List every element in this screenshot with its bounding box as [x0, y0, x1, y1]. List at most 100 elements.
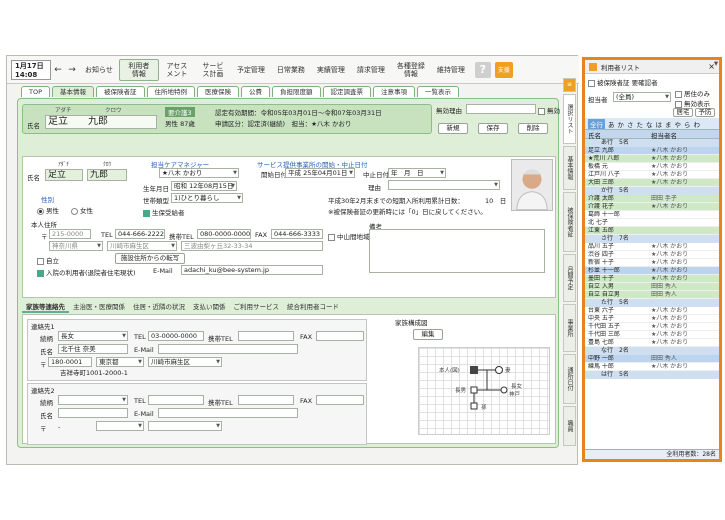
- contact2-pref-select[interactable]: [96, 421, 144, 431]
- list-item[interactable]: 墨田 十子 ★八木 かおり: [585, 275, 719, 283]
- list-item[interactable]: 中野 一郎 田田 秀人: [585, 355, 719, 363]
- subtab-integrated-code[interactable]: 統合利用者コード: [283, 301, 343, 313]
- nav-results[interactable]: 実績管理: [311, 59, 351, 81]
- list-item[interactable]: 葛飾 十一郎: [585, 211, 719, 219]
- sidetab-office[interactable]: 事業所: [563, 304, 576, 352]
- kana-0[interactable]: 全行: [588, 118, 605, 129]
- contact1-mobile-input[interactable]: [238, 331, 294, 341]
- yobo-button[interactable]: 予防: [695, 108, 715, 117]
- nav-schedule[interactable]: 予定管理: [231, 59, 271, 81]
- contact1-address[interactable]: 吉祥寺町1001-2000-1: [58, 369, 218, 379]
- mobile-input[interactable]: 080-0000-0000: [197, 229, 251, 239]
- kana-10[interactable]: わ: [694, 119, 701, 129]
- kana-5[interactable]: な: [646, 119, 653, 129]
- nav-user-info[interactable]: 利用者情報: [118, 58, 159, 81]
- delete-button[interactable]: 削除: [518, 123, 548, 134]
- kana-4[interactable]: た: [637, 119, 644, 129]
- contact2-relation-select[interactable]: [58, 395, 128, 405]
- nav-registration[interactable]: 各種登録情報: [391, 59, 431, 81]
- street-input[interactable]: 三波由梨ヶ丘32-33-34: [181, 241, 323, 251]
- kana-8[interactable]: や: [675, 119, 682, 129]
- tab-top[interactable]: TOP: [21, 86, 51, 97]
- need-check-checkbox[interactable]: 被保険者証 要確認者: [588, 77, 658, 87]
- list-item[interactable]: 自立 自立男 田田 秀人: [585, 291, 719, 299]
- sidetab-insurance[interactable]: 被保険者証: [563, 192, 576, 252]
- stop-date-input[interactable]: 年 月 日: [388, 168, 446, 178]
- sidetab-staff[interactable]: 職員: [563, 406, 576, 446]
- invalid-checkbox[interactable]: 無効: [538, 105, 560, 115]
- back-arrow-icon[interactable]: ←: [51, 65, 65, 75]
- nav-billing[interactable]: 請求管理: [351, 59, 391, 81]
- subtab-payment[interactable]: 支払い関係: [189, 301, 230, 313]
- list-item[interactable]: 台東 六子 ★八木 かおり: [585, 307, 719, 315]
- subtab-doctor[interactable]: 主治医・医療関係: [69, 301, 129, 313]
- list-item[interactable]: ★荒川 八郎 ★八木 かおり: [585, 155, 719, 163]
- contact2-name-input[interactable]: [58, 408, 128, 418]
- help-button[interactable]: ?: [474, 61, 491, 78]
- dob-input[interactable]: 昭和 12年08月15日: [171, 181, 237, 191]
- firstname-input[interactable]: 九郎: [87, 169, 127, 181]
- contact1-fax-input[interactable]: [316, 331, 364, 341]
- kana-2[interactable]: か: [618, 119, 625, 129]
- list-item[interactable]: 足立 九郎 ★八木 かおり: [585, 147, 719, 155]
- family-edit-button[interactable]: 編集: [413, 329, 443, 340]
- sidetab-monthly[interactable]: 月間予定: [563, 254, 576, 302]
- kana-7[interactable]: ま: [665, 119, 672, 129]
- contact2-city-select[interactable]: [148, 421, 222, 431]
- list-item[interactable]: 江戸川 八子 ★八木 かおり: [585, 171, 719, 179]
- contact1-city-select[interactable]: 川崎市麻生区: [148, 357, 222, 367]
- list-item[interactable]: 介護 太郎 田田 手子: [585, 195, 719, 203]
- list-item[interactable]: 介護 花子 ★八木 かおり: [585, 203, 719, 211]
- save-button[interactable]: 保存: [478, 123, 508, 134]
- subtab-services[interactable]: ご利用サービス: [230, 301, 284, 313]
- list-item[interactable]: 練馬 十郎 ★八木 かおり: [585, 363, 719, 371]
- resident-only-checkbox[interactable]: 居住のみ: [675, 88, 710, 98]
- list-item[interactable]: 杉並 十一郎 ★八木 かおり: [585, 267, 719, 275]
- list-item[interactable]: 千代田 五子 ★八木 かおり: [585, 323, 719, 331]
- nav-daily[interactable]: 日常業務: [271, 59, 311, 81]
- sidetab-select-list[interactable]: 選択リスト: [563, 94, 576, 144]
- contact1-zip-input[interactable]: 180-0001: [48, 357, 92, 367]
- list-item[interactable]: 江東 五郎: [585, 227, 719, 235]
- hospital-checkbox[interactable]: 入院の利用者(退院者住宅現状): [37, 267, 136, 277]
- zip-input[interactable]: 215-0000: [49, 229, 91, 239]
- support-button[interactable]: 支援: [494, 61, 513, 78]
- nav-news[interactable]: お知らせ: [79, 59, 119, 81]
- start-date-input[interactable]: 平成 25年04月01日: [285, 168, 355, 178]
- jiritsu-checkbox[interactable]: 自立: [37, 255, 59, 265]
- surname-input[interactable]: 足立: [45, 169, 83, 181]
- tanto-select[interactable]: (全員): [613, 92, 671, 102]
- list-item[interactable]: 千代田 三郎 ★八木 かおり: [585, 331, 719, 339]
- list-item[interactable]: 自立 入男 田田 秀人: [585, 283, 719, 291]
- care-manager-select[interactable]: ★八木 かおり: [159, 168, 239, 178]
- list-item[interactable]: 板橋 元 ★八木 かおり: [585, 163, 719, 171]
- household-select[interactable]: 1)ひとり暮らし: [171, 193, 243, 203]
- contact1-email-input[interactable]: [158, 344, 298, 354]
- sex-male-radio[interactable]: 男性: [37, 205, 59, 215]
- show-invalid-checkbox[interactable]: 無効表示: [675, 98, 710, 108]
- contact1-relation-select[interactable]: 長女: [58, 331, 128, 341]
- pref-select[interactable]: 神奈川県: [49, 241, 103, 251]
- new-button[interactable]: 新規: [438, 123, 468, 134]
- welfare-checkbox[interactable]: 生保受給者: [143, 207, 185, 217]
- kana-9[interactable]: ら: [684, 119, 691, 129]
- subtab-residence[interactable]: 住居・近隣の状況: [129, 301, 189, 313]
- list-item[interactable]: 北 七子: [585, 219, 719, 227]
- kyotaku-button[interactable]: 居宅: [673, 108, 693, 117]
- list-item[interactable]: 大田 三郎 ★八木 かおり: [585, 179, 719, 187]
- nav-service-plan[interactable]: サービス計画: [195, 59, 231, 81]
- list-item[interactable]: 渋谷 四子 ★八木 かおり: [585, 251, 719, 259]
- forward-arrow-icon[interactable]: →: [65, 65, 79, 75]
- kana-6[interactable]: は: [656, 119, 663, 129]
- stop-reason-select[interactable]: [388, 180, 500, 190]
- contact1-pref-select[interactable]: 東京都: [96, 357, 144, 367]
- nav-maintenance[interactable]: 維持管理: [431, 59, 471, 81]
- tab-list[interactable]: 一覧表示: [417, 86, 460, 97]
- list-item[interactable]: 中央 五子 ★八木 かおり: [585, 315, 719, 323]
- kana-3[interactable]: さ: [627, 119, 634, 129]
- contact2-mobile-input[interactable]: [238, 395, 294, 405]
- sidetab-basic[interactable]: 基本情報: [563, 146, 576, 190]
- list-item[interactable]: 豊島 七郎 ★八木 かおり: [585, 339, 719, 347]
- tel-input[interactable]: 044-666-2222: [115, 229, 165, 239]
- list-item[interactable]: 品川 五子 ★八木 かおり: [585, 243, 719, 251]
